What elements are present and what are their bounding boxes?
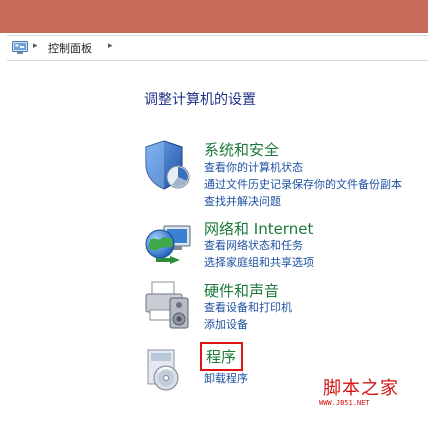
breadcrumb-separator[interactable]: ▸ xyxy=(33,41,38,51)
address-bar[interactable]: ▸ 控制面板 ▸ xyxy=(7,35,428,61)
shield-icon[interactable] xyxy=(142,139,198,199)
link-network-status[interactable]: 查看网络状态和任务 xyxy=(204,237,303,253)
category-title-programs[interactable]: 程序 xyxy=(200,342,244,371)
link-homegroup-sharing[interactable]: 选择家庭组和共享选项 xyxy=(204,254,314,270)
page-title: 调整计算机的设置 xyxy=(144,92,256,108)
printer-speaker-icon[interactable] xyxy=(142,280,198,338)
link-file-history-backup[interactable]: 通过文件历史记录保存你的文件备份副本 xyxy=(204,176,402,192)
watermark-text: 脚本之家 xyxy=(323,378,399,399)
link-devices-printers[interactable]: 查看设备和打印机 xyxy=(204,299,292,315)
link-view-computer-status[interactable]: 查看你的计算机状态 xyxy=(204,159,303,175)
control-panel-icon xyxy=(12,40,28,59)
globe-network-icon[interactable] xyxy=(142,218,198,274)
programs-disc-icon[interactable] xyxy=(142,346,198,396)
category-title-hardware-sound[interactable]: 硬件和声音 xyxy=(204,280,279,301)
category-title-network-internet[interactable]: 网络和 Internet xyxy=(204,218,313,239)
watermark-url: WWW.JB51.NET xyxy=(319,399,370,407)
link-add-device[interactable]: 添加设备 xyxy=(204,316,248,332)
breadcrumb-control-panel[interactable]: 控制面板 xyxy=(48,40,92,56)
breadcrumb-separator[interactable]: ▸ xyxy=(108,41,113,51)
link-uninstall-program[interactable]: 卸载程序 xyxy=(204,370,248,386)
link-troubleshoot[interactable]: 查找并解决问题 xyxy=(204,193,281,209)
window-titlebar xyxy=(0,0,428,33)
category-title-system-security[interactable]: 系统和安全 xyxy=(204,139,279,160)
